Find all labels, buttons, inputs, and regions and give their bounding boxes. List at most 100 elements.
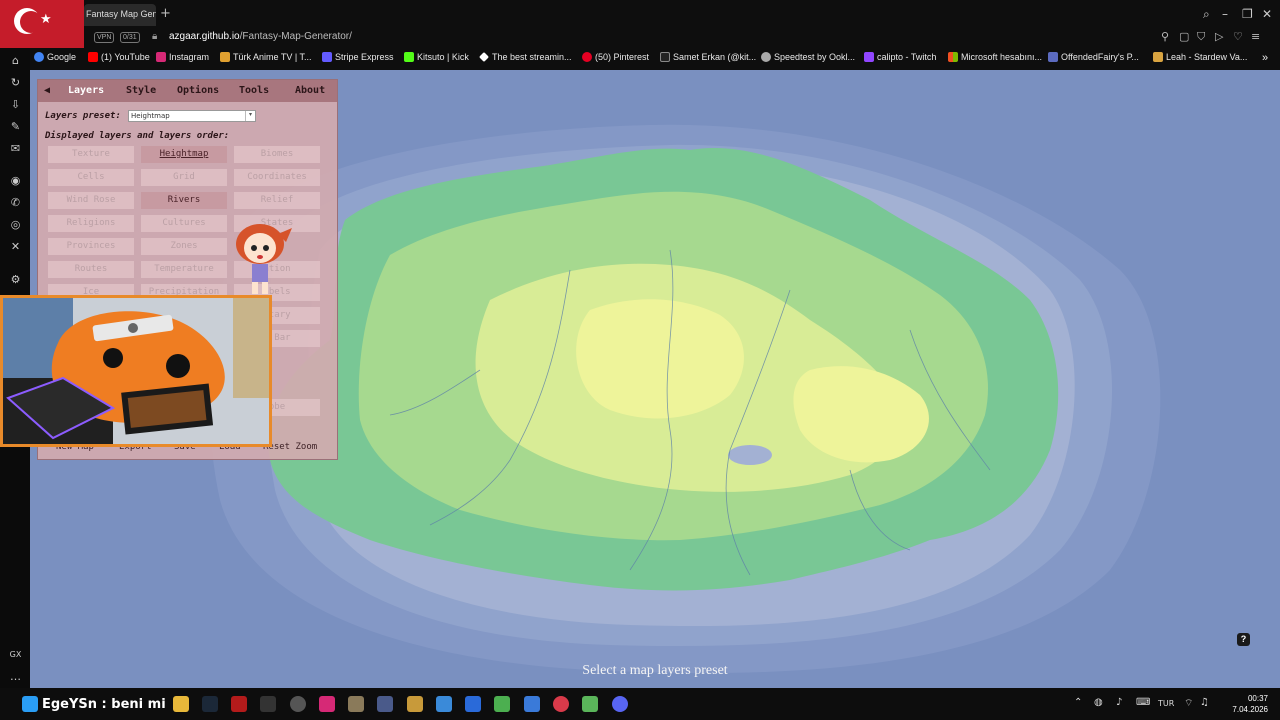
wifi-icon[interactable]: ⌔ bbox=[1184, 697, 1193, 710]
heart-icon[interactable]: ♡ bbox=[1233, 30, 1243, 43]
clock-date: 7.04.2026 bbox=[1232, 705, 1268, 714]
windows-start-icon[interactable] bbox=[22, 696, 38, 712]
bookmark-turk-anime[interactable]: Türk Anime TV | T... bbox=[220, 52, 312, 62]
mic-icon[interactable]: ♪ bbox=[1116, 697, 1122, 708]
bookmark-pinterest[interactable]: (50) Pinterest bbox=[582, 52, 649, 62]
obs-icon[interactable] bbox=[290, 696, 306, 712]
home-icon[interactable]: ⌂ bbox=[9, 54, 22, 67]
lake[interactable] bbox=[728, 445, 772, 465]
close-icon[interactable]: ✕ bbox=[1262, 7, 1272, 21]
history-icon[interactable]: ↻ bbox=[9, 76, 22, 89]
clock[interactable]: 00:37 7.04.2026 bbox=[1232, 693, 1268, 715]
layer-button-heightmap[interactable]: Heightmap bbox=[141, 146, 227, 163]
collapse-icon[interactable]: ◀ bbox=[44, 85, 50, 96]
app-icon[interactable] bbox=[260, 696, 276, 712]
bookmark-label: (1) YouTube bbox=[101, 52, 150, 62]
lock-icon[interactable]: 🔒︎ bbox=[152, 31, 157, 42]
layer-button-temperature[interactable]: Temperature bbox=[141, 261, 227, 278]
layer-button-relief[interactable]: Relief bbox=[234, 192, 320, 209]
bookmark-speedtest[interactable]: Speedtest by Ookl... bbox=[761, 52, 855, 62]
layer-button-texture[interactable]: Texture bbox=[48, 146, 134, 163]
download-icon[interactable]: ⇩ bbox=[9, 98, 22, 111]
minimize-icon[interactable]: – bbox=[1222, 7, 1228, 21]
chevron-up-icon[interactable]: ⌃ bbox=[1074, 697, 1082, 708]
instagram-icon[interactable]: ◎ bbox=[9, 218, 22, 231]
bookmark-stripe[interactable]: Stripe Express bbox=[322, 52, 394, 62]
bookmark-label: Türk Anime TV | T... bbox=[233, 52, 312, 62]
file-explorer-icon[interactable] bbox=[173, 696, 189, 712]
tab-tools[interactable]: Tools bbox=[239, 85, 269, 96]
bookmark-instagram[interactable]: Instagram bbox=[156, 52, 209, 62]
system-tray: ⌃ ◍ ♪ ⌨ TUR ⌔ ♫ 00:37 7.04.2026 bbox=[1070, 688, 1280, 720]
pin-icon[interactable]: ⚲ bbox=[1161, 30, 1169, 43]
layer-button-rivers[interactable]: Rivers bbox=[141, 192, 227, 209]
bookmark-tiktok[interactable]: Samet Erkan (@kit... bbox=[660, 52, 756, 62]
layer-button-coordinates[interactable]: Coordinates bbox=[234, 169, 320, 186]
network-icon[interactable]: ◍ bbox=[1094, 697, 1103, 708]
chevron-down-icon: ▾ bbox=[245, 111, 255, 121]
layer-button-biomes[interactable]: Biomes bbox=[234, 146, 320, 163]
bookmark-google[interactable]: Google bbox=[34, 52, 76, 62]
riot-icon[interactable] bbox=[407, 696, 423, 712]
tool-icon[interactable] bbox=[377, 696, 393, 712]
vpn-badge[interactable]: VPN bbox=[94, 32, 115, 43]
more-icon[interactable]: … bbox=[9, 670, 22, 683]
language-indicator[interactable]: TUR bbox=[1158, 699, 1174, 708]
mail-icon[interactable]: ✉ bbox=[9, 142, 22, 155]
more-bookmarks-icon[interactable]: » bbox=[1262, 52, 1268, 64]
layer-button-wind-rose[interactable]: Wind Rose bbox=[48, 192, 134, 209]
layer-button-provinces[interactable]: Provinces bbox=[48, 238, 134, 255]
game-icon[interactable] bbox=[348, 696, 364, 712]
x-icon[interactable]: ✕ bbox=[9, 240, 22, 253]
layer-button-routes[interactable]: Routes bbox=[48, 261, 134, 278]
whatsapp-icon[interactable]: ✆ bbox=[9, 196, 22, 209]
bookmark-label: (50) Pinterest bbox=[595, 52, 650, 62]
bookmark-youtube[interactable]: (1) YouTube bbox=[88, 52, 150, 62]
bookmark-streaming[interactable]: The best streamin... bbox=[479, 52, 572, 62]
preset-select[interactable]: Heightmap ▾ bbox=[128, 110, 256, 122]
layer-button-religions[interactable]: Religions bbox=[48, 215, 134, 232]
bookmark-offendedfairy[interactable]: OffendedFairy's P... bbox=[1048, 52, 1139, 62]
notes-icon[interactable]: ✎ bbox=[9, 120, 22, 133]
settings-icon[interactable]: ⚙ bbox=[9, 273, 22, 286]
minecraft-icon[interactable] bbox=[494, 696, 510, 712]
app3-icon[interactable] bbox=[553, 696, 569, 712]
discord-icon[interactable] bbox=[612, 696, 628, 712]
instagram-icon[interactable] bbox=[319, 696, 335, 712]
play-icon[interactable]: ▷ bbox=[1215, 30, 1223, 43]
opera-gx-icon[interactable] bbox=[231, 696, 247, 712]
gx-icon[interactable]: GX bbox=[9, 650, 22, 663]
bookmark-stardew[interactable]: Leah - Stardew Va... bbox=[1153, 52, 1247, 62]
layer-button-grid[interactable]: Grid bbox=[141, 169, 227, 186]
counter-badge[interactable]: 0/31 bbox=[120, 32, 140, 43]
tab-style[interactable]: Style bbox=[126, 85, 156, 96]
browser-tab[interactable]: Fantasy Map Gen bbox=[84, 4, 156, 26]
tab-layers[interactable]: Layers bbox=[68, 85, 104, 96]
shield-icon[interactable]: ⛉ bbox=[1197, 30, 1205, 44]
layer-button-cultures[interactable]: Cultures bbox=[141, 215, 227, 232]
bookmark-twitch[interactable]: calipto - Twitch bbox=[864, 52, 936, 62]
app2-icon[interactable] bbox=[436, 696, 452, 712]
tab-about[interactable]: About bbox=[295, 85, 325, 96]
steam-icon[interactable] bbox=[202, 696, 218, 712]
volume-icon[interactable]: ♫ bbox=[1200, 697, 1209, 708]
screenshot-icon[interactable]: ▢ bbox=[1179, 30, 1189, 43]
menu-icon[interactable]: ≡ bbox=[1251, 30, 1260, 43]
bookmark-kick[interactable]: Kitsuto | Kick bbox=[404, 52, 469, 62]
maximize-icon[interactable]: ❐ bbox=[1242, 7, 1253, 21]
layer-button-cells[interactable]: Cells bbox=[48, 169, 134, 186]
help-button[interactable]: ? bbox=[1237, 633, 1250, 646]
mascot-overlay bbox=[236, 224, 292, 294]
panel-tabs: ◀ Layers Style Options Tools About bbox=[38, 80, 337, 102]
search-icon[interactable]: ⌕ bbox=[1203, 7, 1210, 22]
layer-button-zones[interactable]: Zones bbox=[141, 238, 227, 255]
messenger-icon[interactable]: ◉ bbox=[9, 174, 22, 187]
window-icon[interactable] bbox=[465, 696, 481, 712]
new-tab-button[interactable]: + bbox=[160, 6, 171, 21]
bookmark-microsoft[interactable]: Microsoft hesabını... bbox=[948, 52, 1042, 62]
tab-options[interactable]: Options bbox=[177, 85, 219, 96]
url-field[interactable]: azgaar.github.io/Fantasy-Map-Generator/ bbox=[169, 31, 352, 42]
photos-icon[interactable] bbox=[524, 696, 540, 712]
cube-icon[interactable] bbox=[582, 696, 598, 712]
keyboard-icon[interactable]: ⌨ bbox=[1136, 697, 1150, 708]
